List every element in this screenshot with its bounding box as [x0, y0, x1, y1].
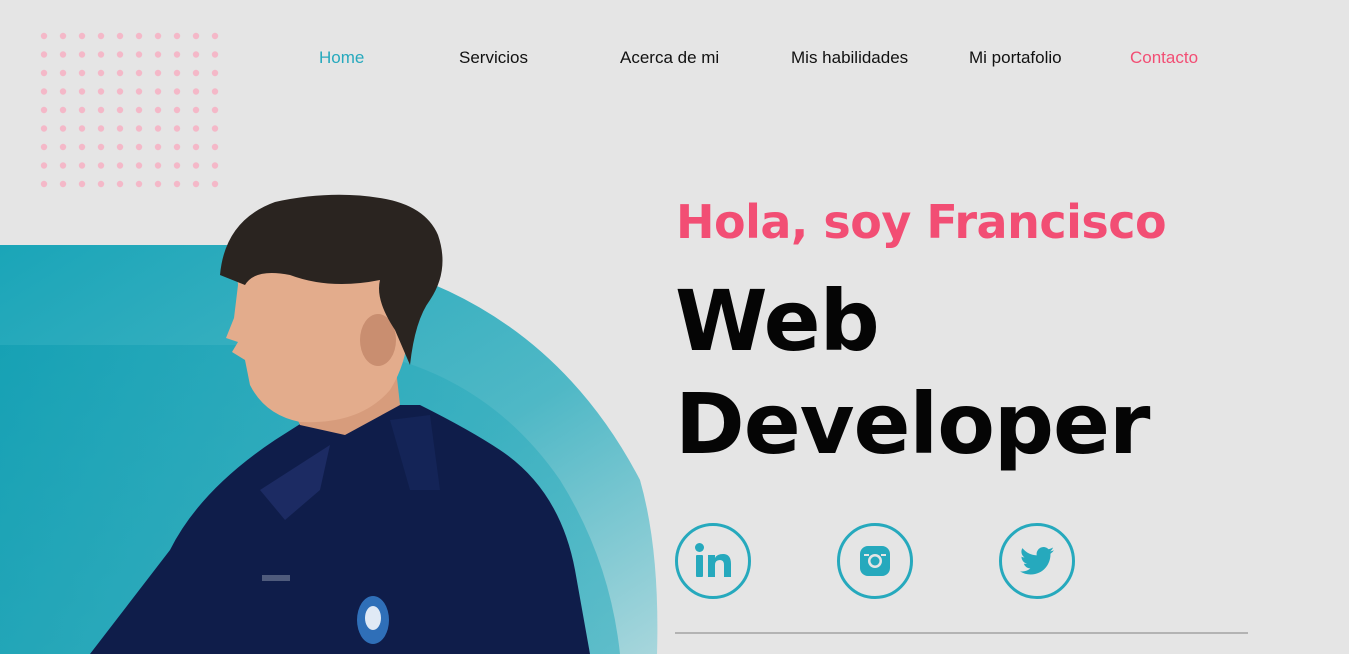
decorative-dot — [40, 180, 48, 188]
profile-photo — [0, 194, 658, 654]
decorative-dot — [59, 143, 67, 151]
nav-link-home[interactable]: Home — [319, 48, 364, 68]
decorative-dot — [192, 180, 200, 188]
decorative-dot — [135, 143, 143, 151]
twitter-link[interactable] — [999, 523, 1075, 599]
decorative-dot — [78, 125, 86, 132]
nav-link-acerca[interactable]: Acerca de mi — [620, 48, 719, 68]
decorative-dot — [211, 143, 219, 151]
decorative-dot — [116, 143, 124, 151]
nav-link-habilidades[interactable]: Mis habilidades — [791, 48, 908, 68]
decorative-dot — [116, 162, 124, 169]
linkedin-link[interactable] — [675, 523, 751, 599]
nav-link-servicios[interactable]: Servicios — [459, 48, 528, 68]
hero-title: Web Developer — [675, 270, 1150, 476]
decorative-dot — [154, 180, 162, 188]
decorative-dot — [78, 162, 86, 169]
decorative-dot — [154, 125, 162, 132]
decorative-dot — [135, 162, 143, 169]
decorative-dot — [173, 143, 181, 151]
decorative-dot — [78, 143, 86, 151]
decorative-dot — [78, 180, 86, 188]
decorative-dot — [135, 125, 143, 132]
decorative-dot — [192, 125, 200, 132]
decorative-dot — [173, 125, 181, 132]
decorative-dot — [59, 180, 67, 188]
decorative-dot — [173, 162, 181, 169]
section-divider — [675, 632, 1248, 634]
twitter-icon — [1020, 547, 1054, 575]
decorative-dot — [173, 180, 181, 188]
instagram-link[interactable] — [837, 523, 913, 599]
decorative-dot — [154, 162, 162, 169]
hero-illustration — [0, 190, 670, 654]
decorative-dot — [211, 162, 219, 169]
decorative-dot — [192, 162, 200, 169]
hero-title-line1: Web — [675, 272, 880, 370]
decorative-dot — [211, 180, 219, 188]
decorative-dot — [40, 125, 48, 132]
instagram-icon — [860, 546, 890, 576]
hero-title-line2: Developer — [675, 375, 1150, 473]
decorative-dot — [40, 162, 48, 169]
decorative-dot — [211, 125, 219, 132]
decorative-dot — [97, 125, 105, 132]
decorative-dot — [192, 143, 200, 151]
decorative-dot — [116, 125, 124, 132]
nav-link-contacto[interactable]: Contacto — [1130, 48, 1198, 68]
decorative-dot — [97, 180, 105, 188]
decorative-dot — [59, 125, 67, 132]
decorative-dot — [40, 143, 48, 151]
nav-link-portafolio[interactable]: Mi portafolio — [969, 48, 1062, 68]
decorative-dot — [116, 180, 124, 188]
main-navigation: Home Servicios Acerca de mi Mis habilida… — [0, 0, 1349, 120]
decorative-dot — [154, 143, 162, 151]
hero-greeting: Hola, soy Francisco — [676, 195, 1167, 249]
decorative-dot — [97, 143, 105, 151]
decorative-dot — [135, 180, 143, 188]
decorative-dot — [59, 162, 67, 169]
decorative-dot — [97, 162, 105, 169]
linkedin-icon — [695, 543, 731, 577]
